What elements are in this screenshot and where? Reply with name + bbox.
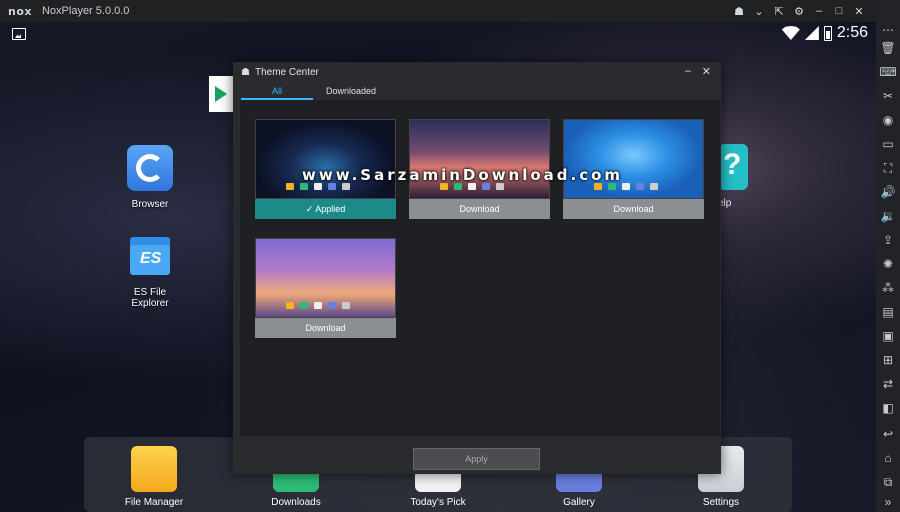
- volume-down-icon[interactable]: 🔉: [880, 208, 896, 224]
- apply-wrap: Apply: [413, 448, 540, 470]
- dialog-title: Theme Center: [254, 66, 319, 78]
- file-manager-icon: [131, 446, 177, 492]
- app-label: Browser: [131, 199, 169, 210]
- theme-status: Applied: [315, 204, 346, 214]
- theme-card[interactable]: Download: [255, 238, 396, 338]
- recents-icon[interactable]: ⧉: [880, 474, 896, 490]
- side-toolbar: ⋯ 🗑 ⌨ ✂ ◉ ▭ ⛶ 🔊 🔉 ⇪ ✺ ⁂ ▤ ▣ ⊞ ⇄ ◧ ↩ ⌂ ⧉ …: [876, 0, 900, 512]
- location-icon[interactable]: ◉: [880, 112, 896, 128]
- nox-logo: nox: [8, 4, 32, 18]
- battery-icon: [823, 25, 832, 41]
- rotate-icon[interactable]: ◧: [880, 400, 896, 416]
- expand-icon[interactable]: »: [880, 494, 896, 510]
- download-button[interactable]: Download: [563, 199, 704, 219]
- close-icon[interactable]: ✕: [852, 4, 866, 18]
- android-screen: 2:56 Browser ES ES File Explorer elp Fil…: [0, 22, 876, 512]
- maximize-icon[interactable]: □: [832, 4, 846, 18]
- trash-icon[interactable]: 🗑: [880, 40, 896, 56]
- emulator-titlebar: nox NoxPlayer 5.0.0.0 ☗ ⌄ ⇱ ⚙ – □ ✕: [0, 0, 876, 22]
- theme-thumbnail: [255, 119, 396, 199]
- pin-icon[interactable]: ⇱: [772, 4, 786, 18]
- clock: 2:56: [836, 24, 868, 41]
- download-button[interactable]: Download: [255, 318, 396, 338]
- play-store-icon[interactable]: [209, 76, 233, 112]
- check-icon: ✓: [305, 204, 316, 214]
- shake-icon[interactable]: ⁂: [880, 280, 896, 296]
- apply-button[interactable]: Apply: [413, 448, 540, 470]
- help-icon[interactable]: [720, 144, 748, 190]
- watermark-text: www.SarzaminDownload.com: [302, 166, 624, 184]
- volume-up-icon[interactable]: 🔊: [880, 184, 896, 200]
- dock-file-manager[interactable]: File Manager: [109, 446, 199, 508]
- window-controls: ☗ ⌄ ⇱ ⚙ – □ ✕: [732, 0, 866, 22]
- keyboard-icon[interactable]: ⌨: [879, 64, 896, 80]
- multi-instance-icon[interactable]: ▤: [880, 304, 896, 320]
- loading-icon[interactable]: ✺: [880, 256, 896, 272]
- status-bar: 2:56: [781, 24, 868, 42]
- dock-label: Downloads: [271, 497, 321, 508]
- chevron-down-icon[interactable]: ⌄: [752, 4, 766, 18]
- dock-label: Settings: [702, 497, 740, 508]
- apk-icon[interactable]: ⇪: [880, 232, 896, 248]
- dock-label: Today's Pick: [410, 497, 466, 508]
- dialog-header: ☗ Theme Center: [233, 62, 721, 82]
- dock-label: Gallery: [563, 497, 595, 508]
- fullscreen-icon[interactable]: ⛶: [880, 160, 896, 176]
- download-button[interactable]: Download: [409, 199, 550, 219]
- tab-downloaded[interactable]: Downloaded: [315, 82, 387, 100]
- sync-icon[interactable]: ⇄: [880, 376, 896, 392]
- home-icon[interactable]: ⌂: [880, 450, 896, 466]
- macro-icon[interactable]: ⊞: [880, 352, 896, 368]
- tab-all[interactable]: All: [241, 82, 313, 100]
- minimize-icon[interactable]: –: [685, 65, 691, 77]
- minimize-icon[interactable]: –: [812, 4, 826, 18]
- browser-app[interactable]: Browser: [115, 145, 185, 210]
- browser-icon: [127, 145, 173, 191]
- close-icon[interactable]: ✕: [702, 65, 711, 78]
- theme-thumbnail: [563, 119, 704, 199]
- signal-icon: [804, 26, 819, 40]
- theme-grid: ✓ Applied Download Download Download: [240, 100, 720, 436]
- scissors-icon[interactable]: ✂: [880, 88, 896, 104]
- shirt-icon: ☗: [241, 66, 250, 78]
- wifi-icon: [781, 26, 800, 40]
- theme-tabs: All Downloaded: [241, 82, 387, 100]
- app-label: ES File Explorer: [131, 287, 169, 309]
- theme-status-bar[interactable]: ✓ Applied: [255, 199, 396, 219]
- dock-label: File Manager: [124, 497, 184, 508]
- more-icon[interactable]: ⋯: [880, 22, 896, 38]
- theme-thumbnail: [255, 238, 396, 318]
- gallery-status-icon: [12, 28, 26, 40]
- back-icon[interactable]: ↩: [880, 426, 896, 442]
- folder-icon: ES: [127, 233, 173, 279]
- es-file-explorer-app[interactable]: ES ES File Explorer: [115, 233, 185, 309]
- theme-icon[interactable]: ☗: [732, 4, 746, 18]
- theme-center-dialog: ☗ Theme Center – ✕ All Downloaded ✓ Appl…: [233, 62, 721, 474]
- screen-icon[interactable]: ▭: [880, 136, 896, 152]
- theme-thumbnail: [409, 119, 550, 199]
- gear-icon[interactable]: ⚙: [792, 4, 806, 18]
- record-icon[interactable]: ▣: [880, 328, 896, 344]
- window-title: NoxPlayer 5.0.0.0: [41, 5, 130, 17]
